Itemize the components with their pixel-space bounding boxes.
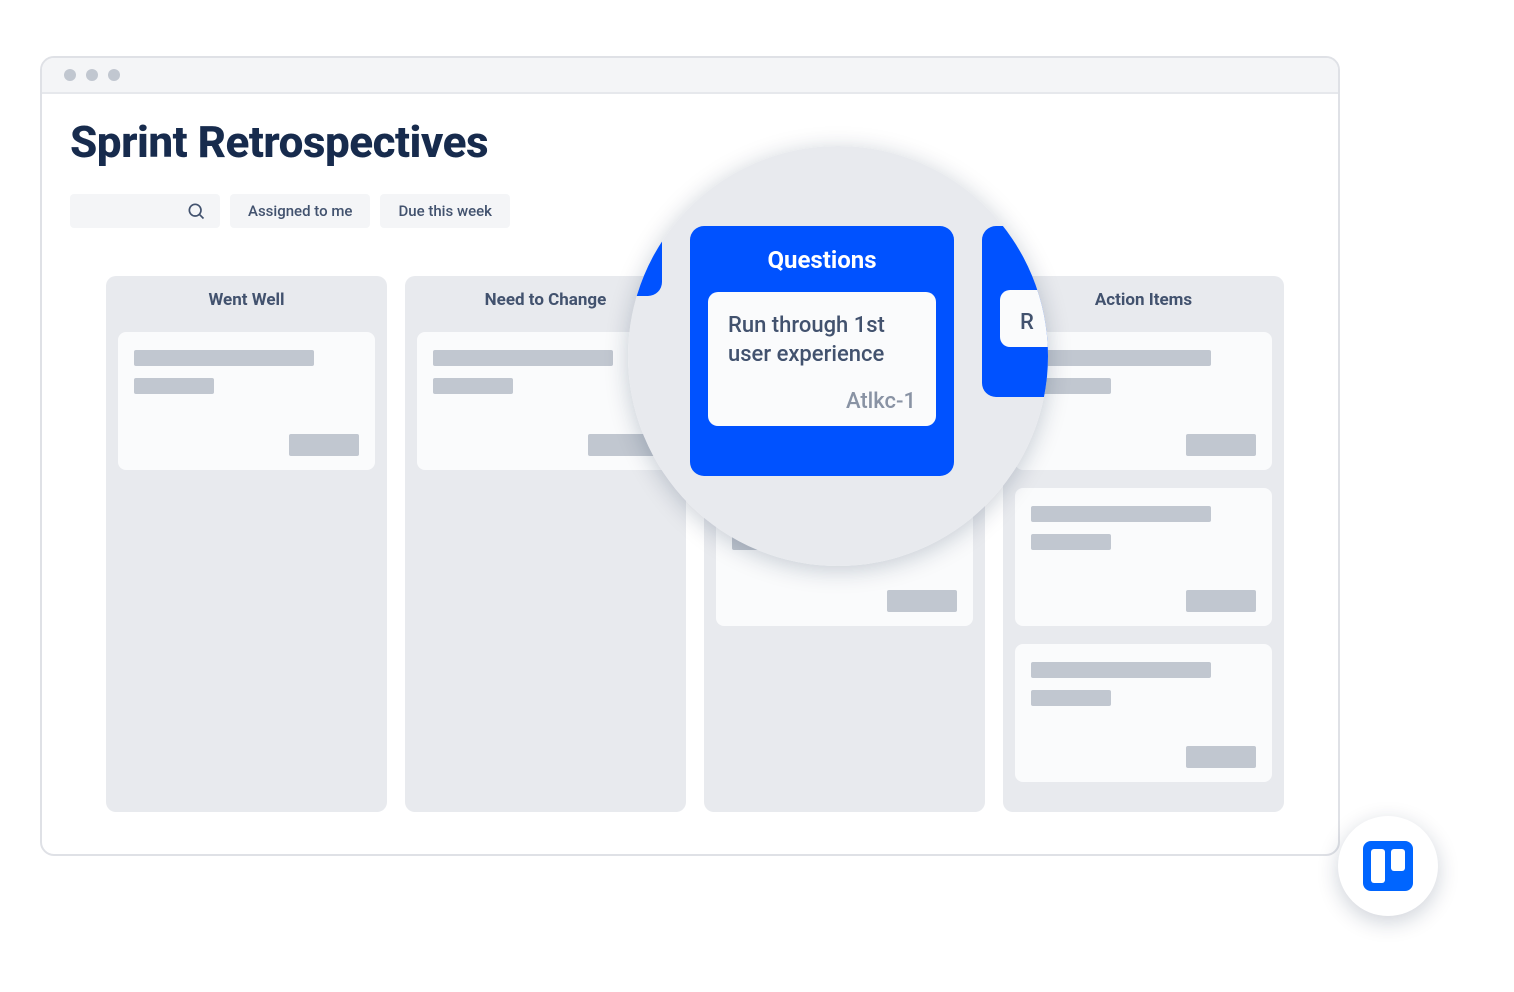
lens-prev-column <box>628 226 662 296</box>
magnifier-lens: Questions Run through 1st user experienc… <box>628 146 1048 566</box>
window-control-close[interactable] <box>64 69 76 81</box>
card-title-placeholder <box>433 350 613 366</box>
column-went-well[interactable]: Went Well <box>106 276 387 812</box>
card[interactable] <box>118 332 375 470</box>
lens-content: Questions Run through 1st user experienc… <box>628 146 1048 566</box>
search-button[interactable] <box>70 194 220 228</box>
column-title: Went Well <box>118 290 375 310</box>
lens-card-peek: R <box>1000 290 1048 347</box>
window-titlebar <box>42 58 1338 94</box>
filter-assigned-to-me[interactable]: Assigned to me <box>230 194 370 228</box>
card-tag-placeholder <box>1186 434 1256 456</box>
filter-due-this-week[interactable]: Due this week <box>380 194 510 228</box>
trello-icon <box>1363 841 1413 891</box>
card-line-placeholder <box>433 378 513 394</box>
lens-column-questions: Questions Run through 1st user experienc… <box>690 226 954 476</box>
card-line-placeholder <box>134 378 214 394</box>
search-icon <box>186 201 206 221</box>
card-tag-placeholder <box>887 590 957 612</box>
card-title-placeholder <box>1031 506 1211 522</box>
window-control-zoom[interactable] <box>108 69 120 81</box>
lens-column-title: Questions <box>708 246 936 274</box>
lens-card-tag: Atlkc-1 <box>728 389 916 414</box>
window-control-minimize[interactable] <box>86 69 98 81</box>
card[interactable] <box>1015 488 1272 626</box>
card-tag-placeholder <box>1186 746 1256 768</box>
card-tag-placeholder <box>289 434 359 456</box>
lens-next-column: R <box>982 226 1048 397</box>
lens-card-text: Run through 1st user experience <box>728 312 916 369</box>
column-title: Action Items <box>1015 290 1272 310</box>
card-title-placeholder <box>1031 662 1211 678</box>
card[interactable] <box>1015 332 1272 470</box>
card-title-placeholder <box>1031 350 1211 366</box>
card[interactable] <box>1015 644 1272 782</box>
card-tag-placeholder <box>1186 590 1256 612</box>
lens-card-peek-text: R <box>1020 310 1034 335</box>
lens-card[interactable]: Run through 1st user experience Atlkc-1 <box>708 292 936 426</box>
card-line-placeholder <box>1031 690 1111 706</box>
trello-badge[interactable] <box>1338 816 1438 916</box>
card-title-placeholder <box>134 350 314 366</box>
